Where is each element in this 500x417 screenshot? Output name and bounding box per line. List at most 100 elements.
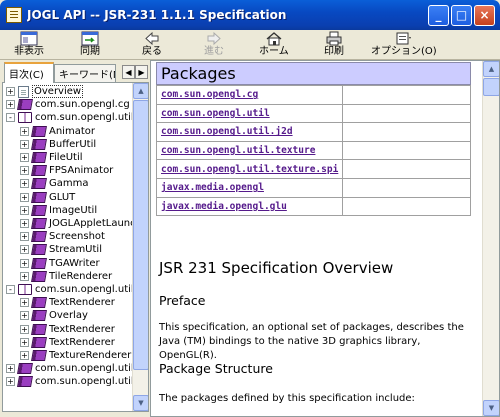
expand-icon[interactable]: + — [20, 219, 29, 228]
tree-item-label: TextRenderer — [49, 323, 115, 335]
expand-icon[interactable]: + — [20, 337, 29, 347]
package-description-cell — [342, 122, 471, 142]
print-label: 印刷 — [324, 46, 344, 57]
expand-icon[interactable]: + — [20, 311, 29, 321]
tab-contents[interactable]: 目次(C) — [4, 62, 54, 83]
expand-icon[interactable]: + — [6, 87, 15, 96]
book-closed-icon — [31, 231, 47, 243]
tree-item[interactable]: +com.sun.opengl.util.texture — [6, 362, 148, 375]
tree-item[interactable]: + com.sun.opengl.cg — [6, 98, 130, 111]
tree-item[interactable]: + GLUT — [20, 191, 75, 204]
home-button[interactable]: ホーム — [259, 30, 289, 60]
tree-item[interactable]: + JOGLAppletLauncher — [20, 217, 148, 230]
tree-item[interactable]: + BufferUtil — [20, 138, 96, 151]
expand-icon[interactable]: + — [6, 100, 15, 110]
tree-item-label: Screenshot — [49, 231, 105, 243]
book-closed-icon — [31, 323, 47, 335]
tree-item[interactable]: + FPSAnimator — [20, 164, 113, 177]
content-scroll-thumb[interactable] — [483, 78, 499, 96]
expand-icon[interactable]: + — [20, 139, 29, 149]
sync-button[interactable]: 同期 — [80, 30, 100, 60]
content-scroll-down-button[interactable]: ▼ — [483, 400, 499, 416]
tree-item[interactable]: + Overview — [6, 85, 84, 98]
tree-item-label: TGAWriter — [49, 257, 100, 269]
tab-index[interactable]: キーワード(N — [54, 64, 116, 82]
package-link[interactable]: com.sun.opengl.util.j2d — [161, 126, 293, 137]
package-structure-heading: Package Structure — [159, 361, 273, 376]
table-row: com.sun.opengl.util — [155, 103, 471, 124]
expand-icon[interactable]: + — [6, 377, 15, 387]
home-icon — [266, 32, 282, 46]
tree-item[interactable]: + Gamma — [20, 177, 89, 190]
tree-item[interactable]: + StreamUtil — [20, 243, 102, 256]
maximize-button[interactable]: □ — [451, 4, 472, 26]
tree-item[interactable]: + TextureRenderer — [20, 349, 131, 362]
tab-scroll-left-button[interactable]: ◀ — [122, 65, 135, 79]
content-scroll-up-button[interactable]: ▲ — [483, 61, 499, 77]
expand-icon[interactable]: + — [20, 179, 29, 189]
expand-icon[interactable]: + — [20, 232, 29, 242]
tree-scroll-down-button[interactable]: ▼ — [133, 395, 148, 411]
package-cell: javax.media.opengl.glu — [155, 196, 344, 217]
package-link[interactable]: com.sun.opengl.util.texture — [161, 145, 315, 156]
tree-item[interactable]: + Overlay — [20, 309, 88, 322]
tree-item[interactable]: + TextRenderer — [20, 323, 115, 336]
package-link[interactable]: javax.media.opengl.glu — [161, 201, 287, 212]
tree-item[interactable]: + TextRenderer — [20, 336, 115, 349]
tree-item[interactable]: - com.sun.opengl.util.j2d — [6, 283, 148, 296]
content-scrollbar[interactable]: ▲ ▼ — [482, 61, 499, 416]
tree-item[interactable]: + FileUtil — [20, 151, 83, 164]
hide-button[interactable]: 非表示 — [14, 30, 44, 60]
tree-item[interactable]: + TextRenderer — [20, 296, 115, 309]
tree-scroll-thumb[interactable] — [133, 100, 148, 370]
expand-icon[interactable]: + — [20, 258, 29, 268]
nav-tabs: 目次(C) キーワード(N ◀ ▶ — [2, 62, 149, 83]
book-closed-icon — [31, 152, 47, 163]
tree-item[interactable]: + TGAWriter — [20, 257, 100, 270]
table-row: javax.media.opengl — [155, 177, 471, 198]
tree-item[interactable]: + Screenshot — [20, 230, 105, 243]
title-bar[interactable]: JOGL API -- JSR-231 1.1.1 Specification … — [0, 0, 500, 30]
print-button[interactable]: 印刷 — [324, 30, 344, 60]
package-link[interactable]: com.sun.opengl.cg — [161, 89, 258, 100]
expand-icon[interactable]: + — [20, 153, 29, 162]
tree-item-label: Gamma — [49, 178, 89, 190]
tree-item[interactable]: +com.sun.opengl.util.texture.spi — [6, 375, 148, 388]
back-button[interactable]: 戻る — [142, 30, 162, 60]
tree-scroll-up-button[interactable]: ▲ — [133, 83, 148, 99]
forward-arrow-icon — [207, 31, 221, 46]
expand-icon[interactable]: + — [20, 351, 29, 360]
minimize-button[interactable]: _ — [428, 4, 449, 26]
contents-tree[interactable]: +com.sun.opengl.util.texture.spi+com.sun… — [2, 82, 149, 412]
expand-icon[interactable]: + — [20, 205, 29, 215]
sync-icon — [81, 31, 99, 46]
expand-icon[interactable]: + — [6, 364, 15, 374]
options-icon — [396, 32, 411, 45]
expand-icon[interactable]: + — [20, 126, 29, 136]
expand-icon[interactable]: + — [20, 324, 29, 334]
expand-icon[interactable]: + — [20, 271, 29, 281]
package-link[interactable]: com.sun.opengl.util — [161, 108, 270, 119]
tree-item[interactable]: + ImageUtil — [20, 204, 97, 217]
options-button[interactable]: オプション(O) — [371, 30, 437, 60]
expand-icon[interactable]: + — [20, 298, 29, 308]
package-link[interactable]: javax.media.opengl — [161, 182, 264, 193]
tree-item[interactable]: - com.sun.opengl.util — [6, 111, 134, 124]
collapse-icon[interactable]: - — [6, 113, 15, 123]
collapse-icon[interactable]: - — [6, 285, 15, 294]
tree-item-label: ImageUtil — [49, 204, 98, 216]
tree-scrollbar[interactable]: ▲ ▼ — [132, 83, 148, 411]
expand-icon[interactable]: + — [20, 245, 29, 255]
expand-icon[interactable]: + — [20, 192, 29, 202]
package-link[interactable]: com.sun.opengl.util.texture.spi — [161, 164, 338, 175]
hide-pane-icon — [20, 31, 38, 46]
options-label: オプション(O) — [371, 46, 437, 57]
expand-icon[interactable]: + — [20, 166, 29, 176]
tree-item[interactable]: + TileRenderer — [20, 270, 112, 283]
tree-item-label: TextRenderer — [49, 336, 115, 348]
tab-scroll-right-button[interactable]: ▶ — [135, 65, 148, 79]
content-pane: Packages com.sun.opengl.cg com.sun.opengl… — [150, 60, 500, 417]
tree-item[interactable]: + Animator — [20, 125, 95, 138]
close-button[interactable]: × — [474, 4, 495, 26]
forward-button[interactable]: 進む — [204, 30, 224, 60]
